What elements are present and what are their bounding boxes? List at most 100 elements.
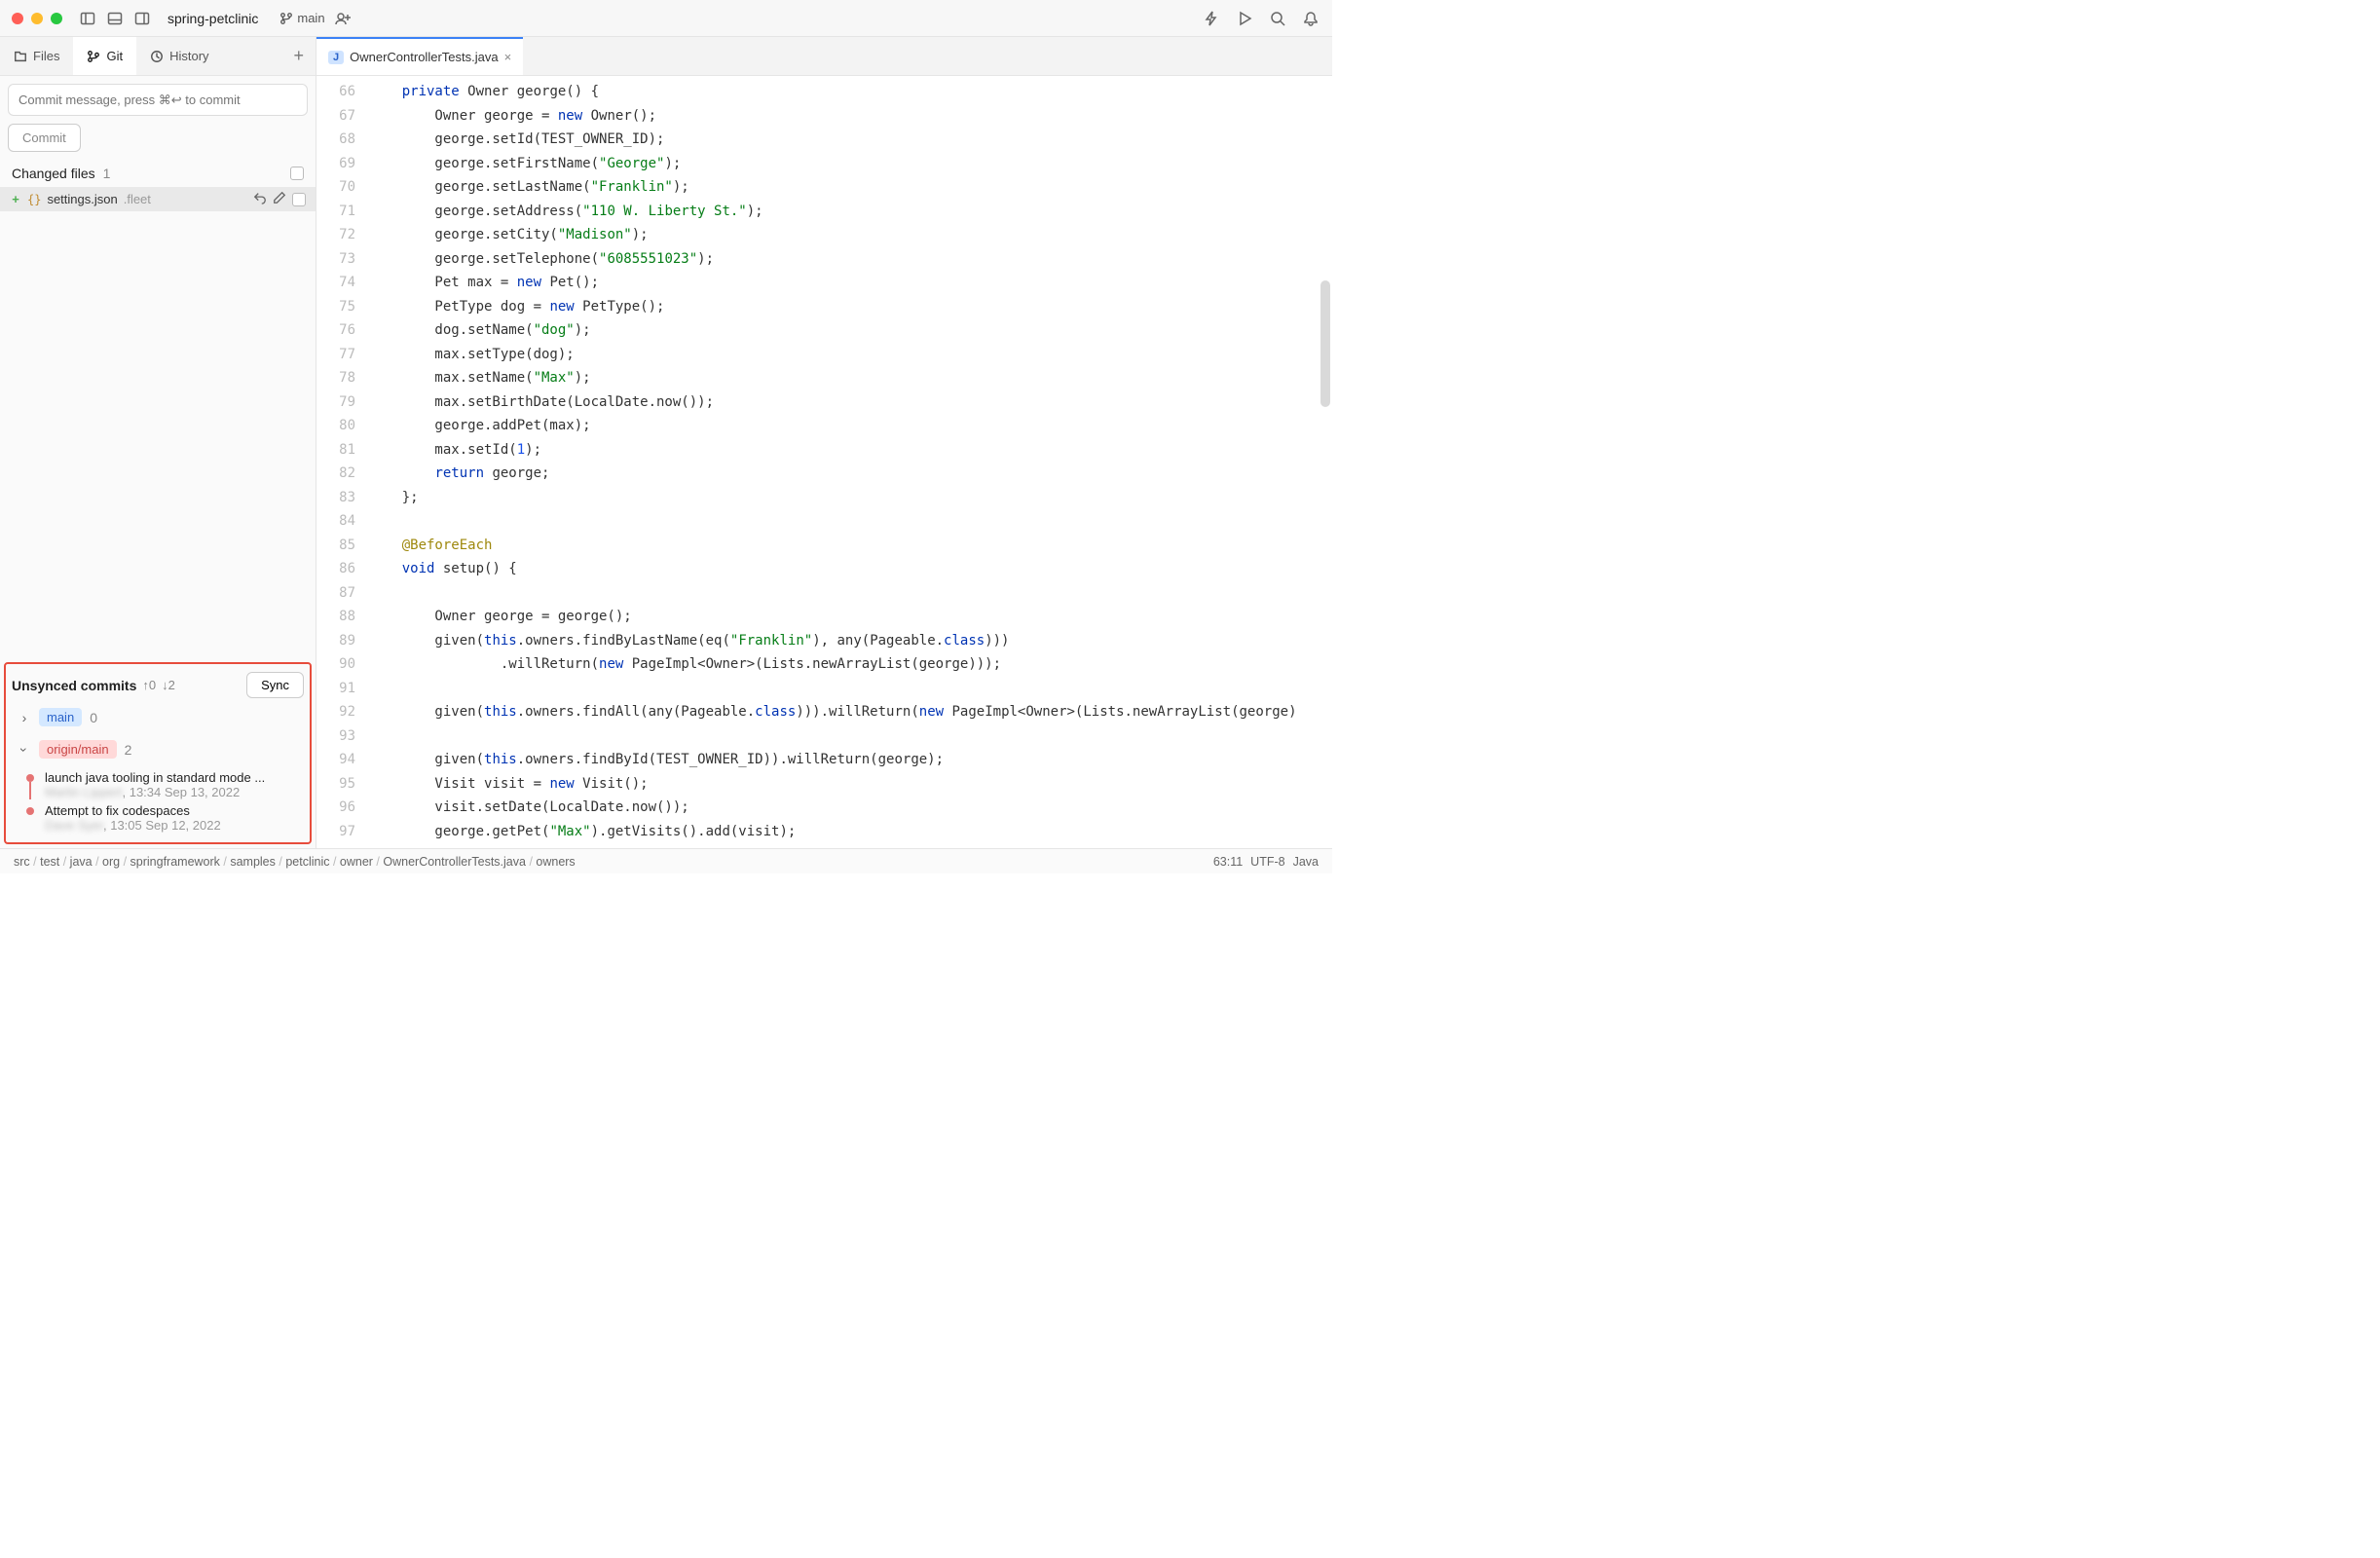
breadcrumb-segment[interactable]: OwnerControllerTests.java: [383, 855, 526, 869]
file-status-added: +: [10, 192, 21, 206]
code-line: 79 max.setBirthDate(LocalDate.now());: [316, 390, 1332, 415]
code-line: 72 george.setCity("Madison");: [316, 223, 1332, 247]
commit-item[interactable]: Attempt to fix codespacesDave Syer, 13:0…: [12, 801, 304, 835]
breadcrumb-segment[interactable]: owner: [340, 855, 373, 869]
breadcrumb-segment[interactable]: springframework: [130, 855, 220, 869]
panel-bottom-icon[interactable]: [105, 9, 125, 28]
code-line: 71 george.setAddress("110 W. Liberty St.…: [316, 200, 1332, 224]
line-number: 82: [316, 462, 369, 486]
breadcrumb-segment[interactable]: src: [14, 855, 30, 869]
line-number: 81: [316, 438, 369, 463]
panel-left-icon[interactable]: [78, 9, 97, 28]
commit-item[interactable]: launch java tooling in standard mode ...…: [12, 768, 304, 801]
commit-button[interactable]: Commit: [8, 124, 81, 152]
bell-icon[interactable]: [1301, 9, 1320, 28]
minimize-window[interactable]: [31, 13, 43, 24]
encoding[interactable]: UTF-8: [1250, 855, 1284, 869]
code-line: 93: [316, 724, 1332, 749]
line-number: 66: [316, 80, 369, 104]
breadcrumb-segment[interactable]: owners: [536, 855, 575, 869]
code-line: 67 Owner george = new Owner();: [316, 104, 1332, 129]
breadcrumb-segment[interactable]: test: [40, 855, 59, 869]
lightning-icon[interactable]: [1202, 9, 1221, 28]
select-all-checkbox[interactable]: [290, 167, 304, 180]
line-number: 68: [316, 128, 369, 152]
file-checkbox[interactable]: [292, 193, 306, 206]
chevron-down-icon: ›: [17, 743, 32, 757]
line-number: 90: [316, 652, 369, 677]
line-number: 74: [316, 271, 369, 295]
code-line: 75 PetType dog = new PetType();: [316, 295, 1332, 319]
breadcrumb-segment[interactable]: samples: [230, 855, 276, 869]
search-icon[interactable]: [1268, 9, 1287, 28]
editor-tab-active[interactable]: J OwnerControllerTests.java ×: [316, 37, 523, 75]
line-number: 94: [316, 748, 369, 772]
add-collaborator-icon[interactable]: [333, 9, 353, 28]
editor-tabs: J OwnerControllerTests.java ×: [316, 37, 1332, 76]
code-line: 81 max.setId(1);: [316, 438, 1332, 463]
code-editor[interactable]: 66 private Owner george() {67 Owner geor…: [316, 76, 1332, 848]
line-number: 95: [316, 772, 369, 797]
close-window[interactable]: [12, 13, 23, 24]
panel-right-icon[interactable]: [132, 9, 152, 28]
remote-branch-row[interactable]: › origin/main 2: [12, 736, 304, 762]
unsynced-title: Unsynced commits: [12, 678, 136, 693]
breadcrumb-segment[interactable]: petclinic: [285, 855, 329, 869]
tab-files[interactable]: Files: [0, 37, 73, 75]
tab-git[interactable]: Git: [73, 37, 136, 75]
sidebar: Files Git History + Commit Changed files…: [0, 37, 316, 848]
code-line: 78 max.setName("Max");: [316, 366, 1332, 390]
line-number: 70: [316, 175, 369, 200]
editor-tab-label: OwnerControllerTests.java: [350, 50, 498, 64]
commit-dot-icon: [26, 807, 34, 815]
cursor-position[interactable]: 63:11: [1213, 855, 1243, 869]
unsynced-down-count: ↓2: [162, 678, 175, 692]
line-number: 79: [316, 390, 369, 415]
code-line: 77 max.setType(dog);: [316, 343, 1332, 367]
tab-history[interactable]: History: [136, 37, 222, 75]
line-number: 76: [316, 318, 369, 343]
run-icon[interactable]: [1235, 9, 1254, 28]
editor-area: J OwnerControllerTests.java × 66 private…: [316, 37, 1332, 848]
chevron-right-icon: ›: [18, 710, 31, 725]
local-branch-row[interactable]: › main 0: [12, 704, 304, 730]
close-tab-icon[interactable]: ×: [504, 50, 512, 64]
changed-file-row[interactable]: + {} settings.json .fleet: [0, 187, 316, 211]
sync-button[interactable]: Sync: [246, 672, 304, 698]
code-line: 68 george.setId(TEST_OWNER_ID);: [316, 128, 1332, 152]
line-number: 71: [316, 200, 369, 224]
breadcrumb-segment[interactable]: org: [102, 855, 120, 869]
remote-branch-pill: origin/main: [39, 740, 117, 759]
line-number: 75: [316, 295, 369, 319]
breadcrumb-segment[interactable]: java: [70, 855, 93, 869]
edit-icon[interactable]: [273, 191, 286, 207]
code-line: 89 given(this.owners.findByLastName(eq("…: [316, 629, 1332, 653]
sidebar-tabs: Files Git History +: [0, 37, 316, 76]
project-name[interactable]: spring-petclinic: [167, 11, 258, 26]
changed-files-header: Changed files 1: [0, 160, 316, 187]
code-line: 94 given(this.owners.findById(TEST_OWNER…: [316, 748, 1332, 772]
code-line: 87: [316, 581, 1332, 606]
commit-graph-line: [29, 782, 31, 799]
revert-icon[interactable]: [253, 191, 267, 207]
json-file-icon: {}: [27, 193, 41, 206]
code-line: 85 @BeforeEach: [316, 534, 1332, 558]
code-line: 86 void setup() {: [316, 557, 1332, 581]
code-line: 95 Visit visit = new Visit();: [316, 772, 1332, 797]
code-line: 97 george.getPet("Max").getVisits().add(…: [316, 820, 1332, 844]
branch-indicator[interactable]: main: [279, 11, 324, 25]
scrollbar-thumb[interactable]: [1320, 280, 1330, 407]
line-number: 67: [316, 104, 369, 129]
statusbar: src / test / java / org / springframewor…: [0, 848, 1332, 873]
code-line: 92 given(this.owners.findAll(any(Pageabl…: [316, 700, 1332, 724]
maximize-window[interactable]: [51, 13, 62, 24]
line-number: 93: [316, 724, 369, 749]
commit-message-input[interactable]: [8, 84, 308, 116]
language[interactable]: Java: [1293, 855, 1319, 869]
breadcrumb[interactable]: src / test / java / org / springframewor…: [14, 855, 576, 869]
add-tab[interactable]: +: [281, 46, 316, 66]
code-line: 69 george.setFirstName("George");: [316, 152, 1332, 176]
line-number: 91: [316, 677, 369, 701]
titlebar: spring-petclinic main: [0, 0, 1332, 37]
line-number: 73: [316, 247, 369, 272]
